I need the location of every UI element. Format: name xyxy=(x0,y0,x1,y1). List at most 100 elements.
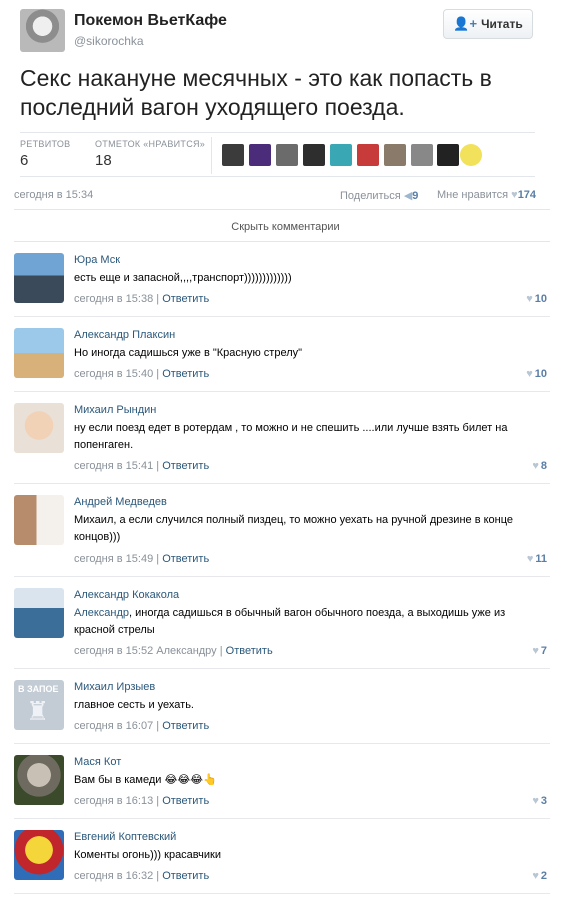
comment-text: Михаил, а если случился полный пиздец, т… xyxy=(74,514,514,543)
liker-avatar[interactable] xyxy=(411,144,433,166)
like-button[interactable]: Мне нравится ♥174 xyxy=(437,189,536,201)
comment-like[interactable]: ♥ 10 xyxy=(526,293,547,305)
follow-label: Читать xyxy=(481,17,523,31)
comment-avatar[interactable] xyxy=(14,328,64,378)
stats-separator xyxy=(211,137,212,174)
comment-author[interactable]: Мася Кот xyxy=(74,756,121,768)
divider xyxy=(14,241,550,242)
comment-time[interactable]: сегодня в 15:49 xyxy=(74,553,153,565)
comment-author[interactable]: Михаил Ирзыев xyxy=(74,681,155,693)
liker-avatar[interactable] xyxy=(384,144,406,166)
comment-like[interactable]: ♥ 11 xyxy=(527,553,547,565)
comment-divider xyxy=(14,483,550,484)
add-user-icon: 👤+ xyxy=(453,16,478,31)
comment-meta: сегодня в 15:41 | Ответить xyxy=(74,460,210,472)
tweet-text: Секс накануне месячных - это как попасть… xyxy=(20,65,492,120)
reply-link[interactable]: Ответить xyxy=(162,553,209,565)
follow-button[interactable]: 👤+ Читать xyxy=(443,9,533,39)
liker-avatar[interactable] xyxy=(437,144,459,166)
comment-text: ну если поезд едет в ротердам , то можно… xyxy=(74,422,508,451)
liker-avatar[interactable] xyxy=(222,144,244,166)
avatar-caption: В ЗАПОЕ xyxy=(18,684,59,694)
comment-like-count: 11 xyxy=(535,553,547,565)
comment-divider xyxy=(14,668,550,669)
comment-time[interactable]: сегодня в 16:07 xyxy=(74,720,153,732)
comment-like-count: 2 xyxy=(540,870,547,882)
comment-time[interactable]: сегодня в 15:38 xyxy=(74,293,153,305)
comment-text: Александр, иногда садишься в обычный ваг… xyxy=(74,605,534,639)
like-count: 174 xyxy=(517,189,537,201)
comment-avatar[interactable] xyxy=(14,403,64,453)
comment-author[interactable]: Александр Плаксин xyxy=(74,329,175,341)
reply-link[interactable]: Ответить xyxy=(162,368,209,380)
comment-author[interactable]: Евгений Коптевский xyxy=(74,831,176,843)
heart-icon: ♥ xyxy=(526,368,533,380)
comment-text-body: , иногда садишься в обычный вагон обычно… xyxy=(74,607,506,636)
reply-link[interactable]: Ответить xyxy=(162,870,209,882)
author-avatar[interactable] xyxy=(20,9,65,52)
comment-meta: сегодня в 16:13 | Ответить xyxy=(74,795,210,807)
comment-like[interactable]: ♥ 10 xyxy=(526,368,547,380)
comment-like-count: 10 xyxy=(534,293,547,305)
comment-divider xyxy=(14,576,550,577)
comment-avatar[interactable] xyxy=(14,755,64,805)
author-handle[interactable]: @sikorochka xyxy=(74,34,144,48)
comment-avatar[interactable] xyxy=(14,830,64,880)
comment-divider xyxy=(14,316,550,317)
comment-meta: сегодня в 15:38 | Ответить xyxy=(74,293,210,305)
comment-author[interactable]: Александр Кокакола xyxy=(74,589,179,601)
liker-avatar[interactable] xyxy=(460,144,482,166)
comment-time[interactable]: сегодня в 15:41 xyxy=(74,460,153,472)
reply-link[interactable]: Ответить xyxy=(162,795,209,807)
author-name[interactable]: Покемон ВьетКафе xyxy=(74,12,227,30)
comment-text: Вам бы в камеди 😂😂😂👆 xyxy=(74,774,217,786)
bottle-icon: ♜ xyxy=(26,696,50,726)
comment-time[interactable]: сегодня в 15:40 xyxy=(74,368,153,380)
comment-avatar[interactable] xyxy=(14,253,64,303)
hide-comments-link[interactable]: Скрыть комментарии xyxy=(0,221,571,233)
likes-count[interactable]: 18 xyxy=(95,152,112,169)
reply-link[interactable]: Ответить xyxy=(162,293,209,305)
comment-meta: сегодня в 15:52 Александру | Ответить xyxy=(74,645,273,657)
comment-author[interactable]: Михаил Рындин xyxy=(74,404,156,416)
divider xyxy=(20,132,535,133)
comment-time[interactable]: сегодня в 16:32 xyxy=(74,870,153,882)
liker-avatar[interactable] xyxy=(249,144,271,166)
heart-icon: ♥ xyxy=(526,553,534,565)
comment-divider xyxy=(14,391,550,392)
divider xyxy=(20,176,535,177)
comment-avatar[interactable] xyxy=(14,588,64,638)
heart-icon: ♥ xyxy=(532,460,539,472)
liker-avatar[interactable] xyxy=(357,144,379,166)
comment-avatar[interactable]: В ЗАПОЕ ♜ xyxy=(14,680,64,730)
share-button[interactable]: Поделиться ◀9 xyxy=(340,189,418,202)
comment-meta: сегодня в 16:07 | Ответить xyxy=(74,720,210,732)
retweets-count[interactable]: 6 xyxy=(20,152,28,169)
liker-avatar[interactable] xyxy=(276,144,298,166)
comment-like[interactable]: ♥ 8 xyxy=(532,460,547,472)
comment-author[interactable]: Андрей Медведев xyxy=(74,496,167,508)
reply-link[interactable]: Ответить xyxy=(162,720,209,732)
comment-divider xyxy=(14,893,550,894)
comment-like-count: 3 xyxy=(540,795,547,807)
megaphone-icon: ◀ xyxy=(403,190,413,202)
tweet-time[interactable]: сегодня в 15:34 xyxy=(14,189,93,201)
reply-link[interactable]: Ответить xyxy=(226,645,273,657)
heart-icon: ♥ xyxy=(526,293,533,305)
reply-to[interactable]: Александру xyxy=(156,645,216,657)
comment-mention[interactable]: Александр xyxy=(74,607,129,619)
comment-like[interactable]: ♥ 2 xyxy=(532,870,547,882)
comment-text: есть еще и запасной,,,,транспорт))))))))… xyxy=(74,272,292,284)
share-count: 9 xyxy=(412,190,419,202)
heart-icon: ♥ xyxy=(532,870,539,882)
reply-link[interactable]: Ответить xyxy=(162,460,209,472)
liker-avatar[interactable] xyxy=(330,144,352,166)
comment-time[interactable]: сегодня в 15:52 xyxy=(74,645,153,657)
comment-like[interactable]: ♥ 3 xyxy=(532,795,547,807)
share-label: Поделиться xyxy=(340,190,401,202)
comment-author[interactable]: Юра Мск xyxy=(74,254,120,266)
liker-avatar[interactable] xyxy=(303,144,325,166)
comment-time[interactable]: сегодня в 16:13 xyxy=(74,795,153,807)
comment-avatar[interactable] xyxy=(14,495,64,545)
comment-like[interactable]: ♥ 7 xyxy=(532,645,547,657)
